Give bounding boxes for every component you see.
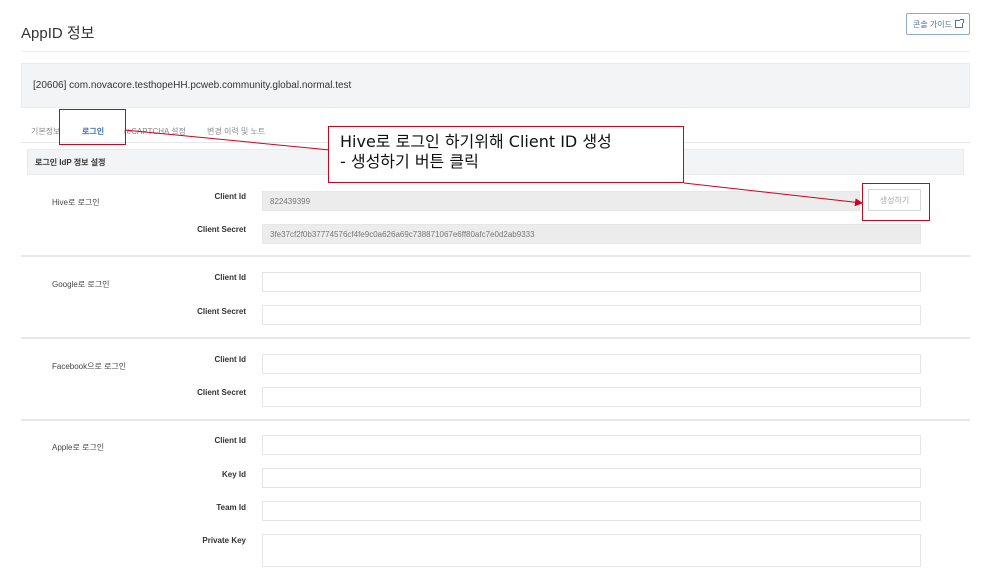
section-divider (21, 255, 970, 257)
console-guide-button[interactable]: 콘솔 가이드 (906, 13, 970, 35)
apple-login-label: Apple로 로그인 (52, 443, 105, 452)
annotation-callout: Hive로 로그인 하기위해 Client ID 생성 - 생성하기 버튼 클릭 (328, 126, 684, 183)
apple-team-id-label: Team Id (216, 503, 246, 512)
page-title: AppID 정보 (21, 25, 95, 42)
hive-login-label: Hive로 로그인 (52, 198, 100, 207)
google-client-id-label: Client Id (214, 273, 246, 282)
facebook-client-id-label: Client Id (214, 355, 246, 364)
hive-client-secret-value: 3fe37cf2f0b37774576cf4fe9c0a626a69c73887… (270, 229, 535, 239)
apple-key-id-field[interactable] (262, 468, 921, 488)
tab-recaptcha[interactable]: reCAPTCHA 설정 (124, 126, 186, 137)
app-id-box: [20606] com.novacore.testhopeHH.pcweb.co… (21, 63, 970, 108)
annotation-line2: - 생성하기 버튼 클릭 (340, 152, 479, 171)
facebook-client-secret-field[interactable] (262, 387, 921, 407)
hive-client-secret-label: Client Secret (197, 225, 246, 234)
tab-history-notes[interactable]: 변경 이력 및 노트 (207, 126, 265, 137)
section-divider (21, 337, 970, 339)
header-divider (21, 51, 970, 52)
generate-button[interactable]: 생성하기 (868, 189, 921, 211)
console-guide-label: 콘솔 가이드 (912, 19, 953, 29)
facebook-client-secret-label: Client Secret (197, 388, 246, 397)
google-client-secret-field[interactable] (262, 305, 921, 325)
facebook-client-id-field[interactable] (262, 354, 921, 374)
hive-client-id-value: 822439399 (270, 196, 311, 206)
apple-client-id-field[interactable] (262, 435, 921, 455)
apple-private-key-label: Private Key (202, 536, 246, 545)
apple-team-id-field[interactable] (262, 501, 921, 521)
apple-client-id-label: Client Id (214, 436, 246, 445)
google-client-id-field[interactable] (262, 272, 921, 292)
section-title: 로그인 IdP 정보 설정 (35, 157, 106, 167)
external-link-icon (955, 19, 965, 28)
tab-basic-info[interactable]: 기본정보 (31, 126, 60, 137)
apple-key-id-label: Key Id (221, 470, 246, 479)
apple-private-key-field[interactable] (262, 534, 921, 567)
hive-client-id-label: Client Id (214, 192, 246, 201)
tab-login[interactable]: 로그인 (82, 126, 104, 137)
hive-client-id-field[interactable]: 822439399 (262, 191, 860, 211)
app-id-text: [20606] com.novacore.testhopeHH.pcweb.co… (33, 80, 352, 91)
google-login-label: Google로 로그인 (52, 280, 110, 289)
hive-client-secret-field[interactable]: 3fe37cf2f0b37774576cf4fe9c0a626a69c73887… (262, 224, 921, 244)
section-divider (21, 419, 970, 421)
annotation-line1: Hive로 로그인 하기위해 Client ID 생성 (340, 132, 612, 151)
facebook-login-label: Facebook으로 로그인 (52, 362, 127, 371)
google-client-secret-label: Client Secret (197, 307, 246, 316)
